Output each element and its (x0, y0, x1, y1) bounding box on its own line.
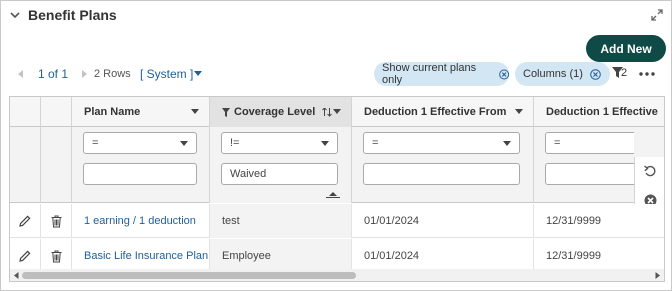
filter-count: 2 (621, 67, 628, 79)
filter-operator-select[interactable]: != (221, 132, 338, 154)
sort-icon[interactable] (322, 107, 333, 117)
resize-handle-icon[interactable] (326, 192, 340, 198)
expand-icon[interactable] (650, 8, 664, 22)
scrollbar-thumb[interactable] (22, 272, 356, 279)
delete-cell (41, 239, 72, 273)
column-label: Coverage Level (234, 106, 316, 118)
edit-cell (10, 204, 41, 238)
effective-to-cell: 12/31/9999 (546, 250, 602, 262)
header-deduction-effective-from[interactable]: Deduction 1 Effective From (352, 97, 534, 127)
column-label: Plan Name (84, 106, 141, 118)
filter-operator-select[interactable]: = (363, 132, 520, 154)
scroll-left-icon[interactable] (14, 272, 19, 279)
horizontal-scrollbar[interactable] (10, 269, 664, 281)
operator-value: = (554, 137, 561, 149)
effective-to-cell: 12/31/9999 (546, 215, 602, 227)
filter-value-input[interactable]: Waived (221, 163, 338, 185)
column-menu-icon[interactable] (515, 109, 523, 114)
chip-label: Columns (1) (523, 68, 583, 80)
header-delete-column (41, 97, 72, 127)
remove-chip-icon[interactable] (498, 69, 509, 80)
effective-from-cell: 01/01/2024 (352, 204, 534, 238)
column-menu-icon[interactable] (191, 109, 199, 114)
effective-from-cell: 01/01/2024 (352, 239, 534, 273)
trash-icon[interactable] (51, 215, 62, 228)
filter-cell-effective-from: = (352, 127, 534, 203)
caret-down-icon (180, 141, 188, 146)
delete-cell (41, 204, 72, 238)
coverage-level-cell: Employee (210, 239, 352, 273)
row-count: 2 Rows (94, 68, 131, 80)
column-label: Deduction 1 Effective From (364, 106, 507, 118)
plan-name-link[interactable]: 1 earning / 1 deduction (72, 204, 210, 238)
filter-value-input[interactable] (545, 163, 634, 185)
operator-value: = (372, 137, 379, 149)
operator-value: != (230, 137, 240, 149)
show-current-plans-chip[interactable]: Show current plans only (374, 62, 509, 86)
scroll-right-icon[interactable] (655, 272, 660, 279)
benefit-plans-panel: Benefit Plans Add New 1 of 1 2 Rows [ Sy… (0, 0, 672, 291)
caret-down-icon (321, 141, 329, 146)
header-edit-column (10, 97, 41, 127)
plan-name-link[interactable]: Basic Life Insurance Plan (72, 239, 210, 273)
panel-title: Benefit Plans (28, 7, 117, 23)
column-label: Deduction 1 Effective (546, 106, 658, 118)
table-row[interactable]: Basic Life Insurance Plan Employee 01/01… (10, 239, 664, 273)
table-row[interactable]: 1 earning / 1 deduction test 01/01/2024 … (10, 204, 664, 238)
caret-down-icon (503, 141, 511, 146)
benefit-plans-grid: Plan Name Coverage Level Deduction 1 Eff… (9, 96, 665, 282)
view-selector[interactable]: [ System ] (140, 67, 193, 81)
filter-cell-empty (41, 127, 72, 203)
next-page-icon[interactable] (80, 69, 88, 79)
add-new-button[interactable]: Add New (586, 35, 666, 62)
edit-cell (10, 239, 41, 273)
previous-page-icon[interactable] (17, 69, 25, 79)
filter-operator-select[interactable]: = (545, 132, 634, 154)
filter-row: = != Waived = = (10, 127, 664, 233)
pagination-text: 1 of 1 (38, 67, 69, 81)
filter-operator-select[interactable]: = (83, 132, 197, 154)
filter-cell-empty (10, 127, 41, 203)
more-horizontal-icon[interactable] (639, 72, 655, 76)
header-coverage-level[interactable]: Coverage Level (210, 97, 352, 127)
filter-value-input[interactable] (363, 163, 520, 185)
columns-chip[interactable]: Columns (1) (515, 62, 610, 86)
coverage-level-cell: test (210, 204, 352, 238)
filter-value-input[interactable] (83, 163, 197, 185)
grid-header: Plan Name Coverage Level Deduction 1 Eff… (10, 97, 664, 127)
undo-icon[interactable] (644, 165, 657, 178)
column-menu-icon[interactable] (333, 109, 341, 114)
chip-label: Show current plans only (382, 62, 477, 86)
filter-cell-plan-name: = (72, 127, 210, 203)
trash-icon[interactable] (51, 250, 62, 263)
caret-down-icon[interactable] (194, 71, 202, 77)
header-deduction-effective-to[interactable]: Deduction 1 Effective (534, 97, 664, 127)
chevron-down-icon[interactable] (8, 8, 22, 22)
filter-cell-effective-to: = (534, 127, 634, 203)
remove-chip-icon[interactable] (590, 68, 601, 80)
pencil-icon[interactable] (19, 250, 31, 262)
operator-value: = (92, 137, 99, 149)
column-filter-icon (222, 107, 230, 117)
header-plan-name[interactable]: Plan Name (72, 97, 210, 127)
pencil-icon[interactable] (19, 215, 31, 227)
